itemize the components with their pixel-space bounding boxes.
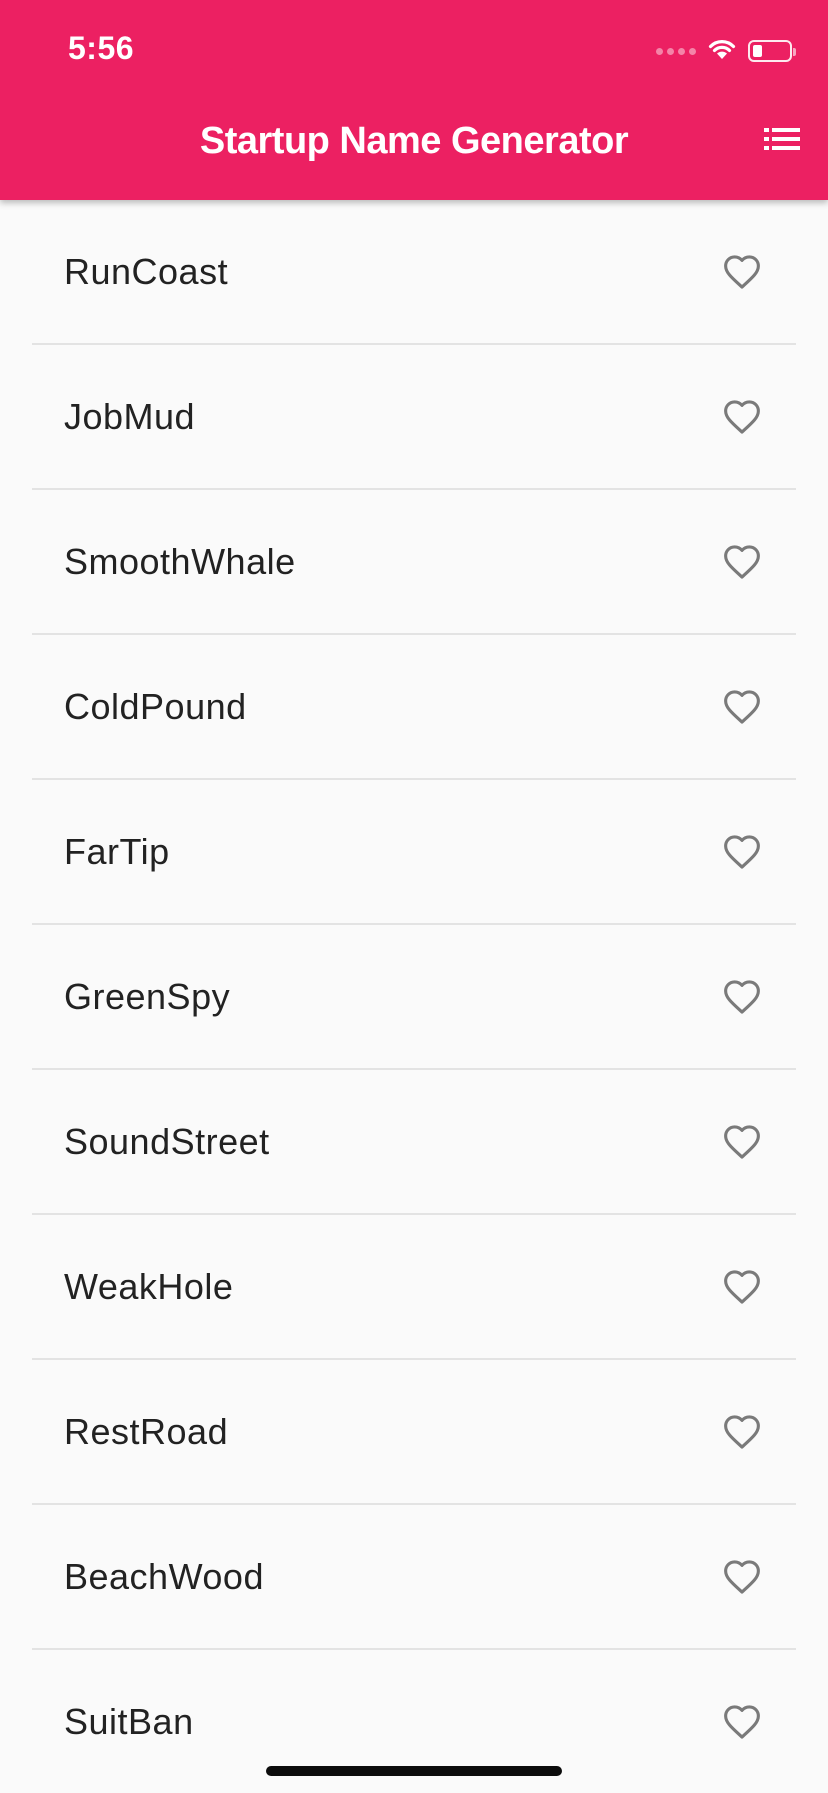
list-item[interactable]: SmoothWhale — [32, 490, 796, 635]
list-item[interactable]: ColdPound — [32, 635, 796, 780]
list-item[interactable]: RunCoast — [32, 200, 796, 345]
heart-outline-icon[interactable] — [720, 832, 764, 872]
startup-name-label: FarTip — [64, 830, 170, 872]
startup-name-label: RestRoad — [64, 1410, 229, 1452]
home-indicator[interactable] — [266, 1766, 562, 1776]
list-item[interactable]: RestRoad — [32, 1360, 796, 1505]
heart-outline-icon[interactable] — [720, 1702, 764, 1742]
list-item[interactable]: FarTip — [32, 780, 796, 925]
app-bar: 5:56 Startup Name Generator — [0, 0, 828, 200]
startup-name-label: SoundStreet — [64, 1120, 270, 1162]
heart-outline-icon[interactable] — [720, 687, 764, 727]
saved-list-button[interactable] — [762, 126, 802, 156]
startup-name-label: GreenSpy — [64, 975, 231, 1017]
startup-name-label: RunCoast — [64, 250, 229, 292]
page-title: Startup Name Generator — [199, 120, 629, 162]
heart-outline-icon[interactable] — [720, 252, 764, 292]
list-item[interactable]: BeachWood — [32, 1505, 796, 1650]
heart-outline-icon[interactable] — [720, 397, 764, 437]
heart-outline-icon[interactable] — [720, 542, 764, 582]
startup-name-label: JobMud — [64, 395, 196, 437]
list-item[interactable]: JobMud — [32, 345, 796, 490]
battery-icon — [748, 40, 796, 62]
list-item[interactable]: SoundStreet — [32, 1070, 796, 1215]
status-icons — [656, 36, 796, 66]
startup-name-label: WeakHole — [64, 1265, 234, 1307]
status-time: 5:56 — [68, 30, 135, 66]
startup-name-label: SuitBan — [64, 1700, 194, 1742]
cellular-signal-icon — [656, 47, 696, 55]
startup-name-list: RunCoast JobMud SmoothWhale ColdPound FarTip… — [0, 200, 828, 1793]
startup-name-label: SmoothWhale — [64, 540, 296, 582]
startup-name-label: BeachWood — [64, 1555, 264, 1597]
heart-outline-icon[interactable] — [720, 1412, 764, 1452]
heart-outline-icon[interactable] — [720, 1557, 764, 1597]
heart-outline-icon[interactable] — [720, 1122, 764, 1162]
list-icon — [764, 127, 800, 155]
wifi-icon — [706, 37, 738, 66]
heart-outline-icon[interactable] — [720, 1267, 764, 1307]
list-item[interactable]: WeakHole — [32, 1215, 796, 1360]
battery-fill — [753, 45, 762, 57]
heart-outline-icon[interactable] — [720, 977, 764, 1017]
list-item[interactable]: GreenSpy — [32, 925, 796, 1070]
startup-name-label: ColdPound — [64, 685, 247, 727]
